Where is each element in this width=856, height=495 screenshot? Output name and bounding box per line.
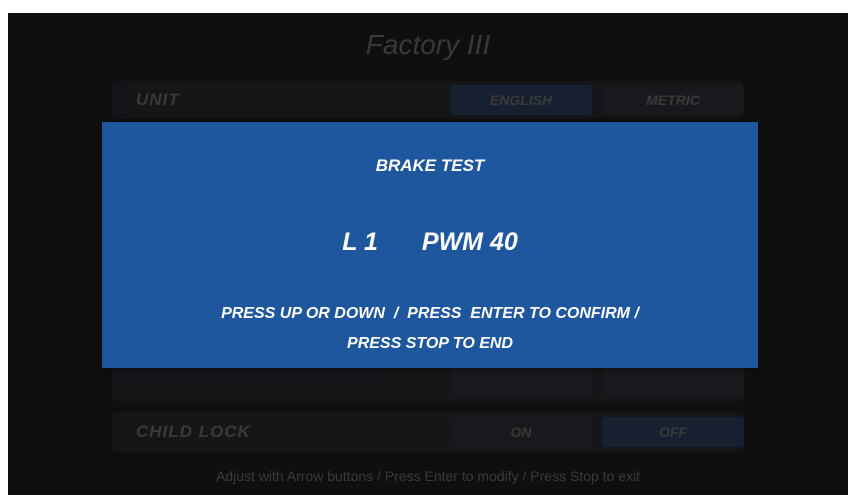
menu-row-child-lock: CHILD LOCK ON OFF — [112, 413, 744, 451]
child-lock-off-option: OFF — [602, 417, 744, 447]
menu-row-label: CHILD LOCK — [136, 422, 251, 441]
hidden-option-2 — [602, 367, 744, 397]
brake-readout: L 1 PWM 40 — [102, 228, 758, 257]
pwm-value: PWM 40 — [421, 228, 518, 256]
menu-row-unit: UNIT ENGLISH METRIC — [112, 81, 744, 119]
menu-hint-text: Adjust with Arrow buttons / Press Enter … — [215, 468, 641, 484]
level-value: L 1 — [342, 228, 378, 256]
hidden-option-1 — [450, 367, 592, 397]
instruction-line-1: PRESS UP OR DOWN / PRESS ENTER TO CONFIR… — [221, 305, 639, 322]
unit-english-option: ENGLISH — [450, 85, 592, 115]
unit-metric-option: METRIC — [602, 85, 744, 115]
brake-test-dialog: BRAKE TEST L 1 PWM 40 PRESS UP OR DOWN / … — [102, 122, 758, 368]
menu-title: Factory III — [365, 29, 491, 60]
menu-row-hidden — [112, 363, 744, 401]
dialog-title: BRAKE TEST — [375, 156, 485, 175]
menu-row-label: UNIT — [136, 90, 180, 109]
instruction-line-2: PRESS STOP TO END — [347, 335, 513, 352]
child-lock-on-option: ON — [450, 417, 592, 447]
